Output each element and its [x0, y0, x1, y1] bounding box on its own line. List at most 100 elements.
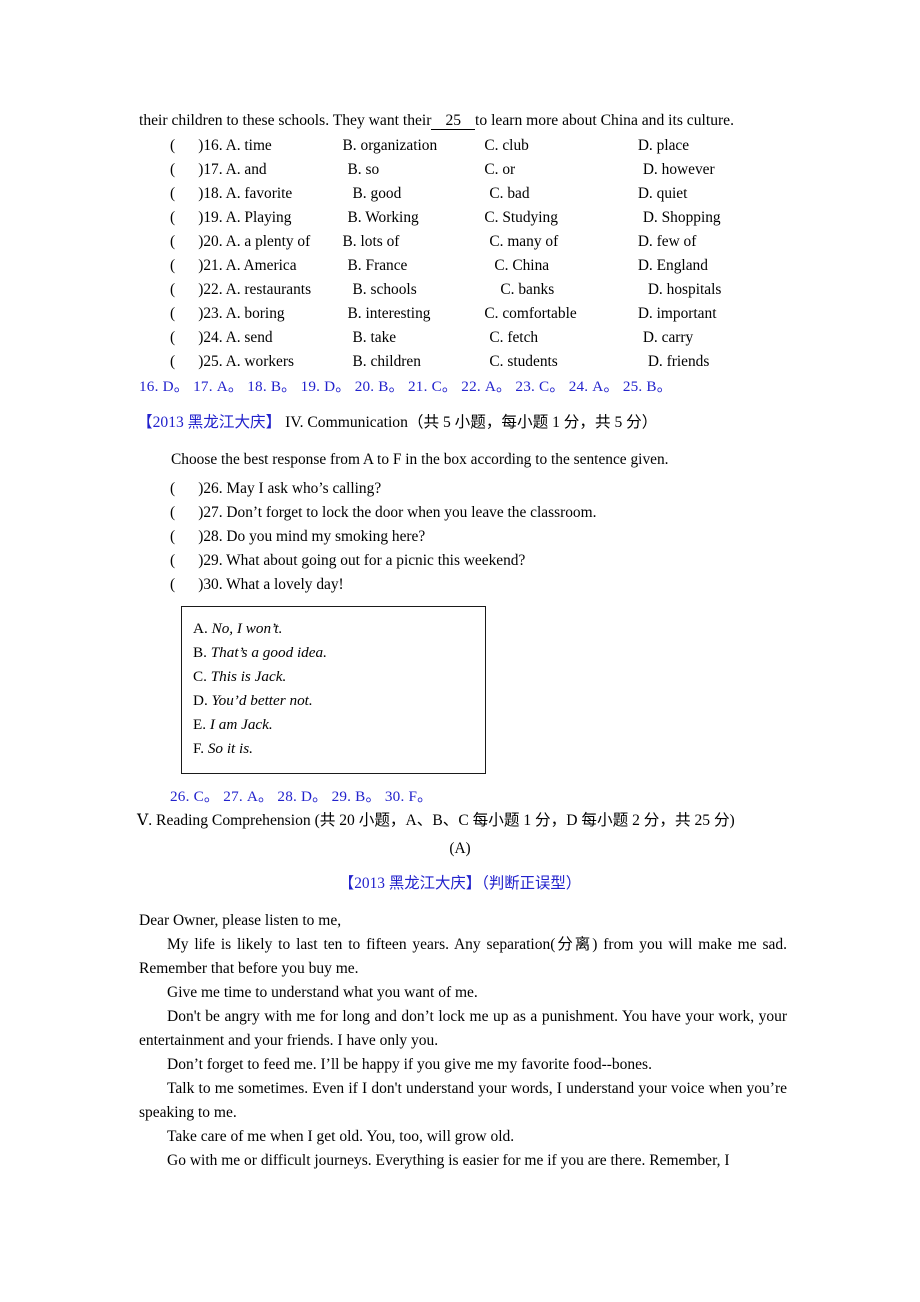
option-stem[interactable]: ( )24. A. send [170, 329, 343, 353]
option-d[interactable]: D. carry [638, 329, 790, 353]
response-options-box: A. No, I won’t. B. That’s a good idea. C… [181, 606, 486, 774]
communication-answer-key: 26. C。 27. A。 28. D。 29. B。 30. F。 [170, 788, 433, 805]
option-stem[interactable]: ( )21. A. America [170, 257, 343, 281]
answer-bracket[interactable]: ( ) [170, 257, 203, 274]
option-a-text[interactable]: A. Playing [226, 209, 292, 226]
passage-paragraph: Dear Owner, please listen to me, [139, 912, 342, 929]
option-a-text[interactable]: A. favorite [226, 185, 293, 202]
option-stem[interactable]: ( )19. A. Playing [170, 209, 343, 233]
answer-bracket[interactable]: ( ) [170, 233, 203, 250]
passage-paragraph: My life is likely to last ten to fifteen… [139, 936, 787, 977]
option-stem[interactable]: ( )16. A. time [170, 137, 343, 161]
answer-bracket[interactable]: ( ) [170, 137, 203, 154]
list-item[interactable]: A. No, I won’t. [193, 617, 327, 641]
option-stem[interactable]: ( )18. A. favorite [170, 185, 343, 209]
option-d[interactable]: D. England [638, 257, 790, 281]
option-c[interactable]: C. comfortable [484, 305, 637, 329]
option-b[interactable]: B. so [343, 161, 485, 185]
option-b[interactable]: B. interesting [343, 305, 485, 329]
option-c[interactable]: C. China [484, 257, 637, 281]
option-a: 18. [203, 185, 223, 202]
option-c[interactable]: C. students [484, 353, 637, 377]
option-b[interactable]: B. France [343, 257, 485, 281]
option-b[interactable]: B. good [343, 185, 485, 209]
option-a: 17. [203, 161, 223, 178]
response-letter: A. [193, 620, 208, 637]
option-c[interactable]: C. fetch [484, 329, 637, 353]
option-d[interactable]: D. important [638, 305, 790, 329]
option-stem[interactable]: ( )23. A. boring [170, 305, 343, 329]
option-a-text[interactable]: A. a plenty of [226, 233, 311, 250]
option-a-text[interactable]: A. boring [226, 305, 285, 322]
list-item[interactable]: B. That’s a good idea. [193, 641, 327, 665]
list-item[interactable]: ( )28. Do you mind my smoking here? [170, 525, 596, 549]
option-c[interactable]: C. many of [484, 233, 637, 257]
option-c[interactable]: C. bad [484, 185, 637, 209]
answer-bracket[interactable]: ( ) [170, 480, 203, 497]
answer-bracket[interactable]: ( ) [170, 504, 203, 521]
option-a-text[interactable]: A. restaurants [226, 281, 311, 298]
option-b[interactable]: B. schools [343, 281, 485, 305]
document-page: their children to these schools. They wa… [0, 0, 920, 1302]
option-b[interactable]: B. lots of [343, 233, 485, 257]
option-d[interactable]: D. hospitals [638, 281, 790, 305]
question-text: 27. Don’t forget to lock the door when y… [203, 504, 597, 521]
option-d[interactable]: D. quiet [638, 185, 790, 209]
option-a-text[interactable]: A. and [226, 161, 267, 178]
table-row: ( )16. A. time B. organization C. club D… [170, 137, 790, 161]
table-row: ( )22. A. restaurants B. schools C. bank… [170, 281, 790, 305]
answer-bracket[interactable]: ( ) [170, 552, 203, 569]
option-d[interactable]: D. few of [638, 233, 790, 257]
option-d[interactable]: D. place [638, 137, 790, 161]
answer-bracket[interactable]: ( ) [170, 185, 203, 202]
option-a-text[interactable]: A. America [226, 257, 297, 274]
list-item[interactable]: C. This is Jack. [193, 665, 327, 689]
option-d[interactable]: D. however [638, 161, 790, 185]
answer-bracket[interactable]: ( ) [170, 305, 203, 322]
cloze-options-table: ( )16. A. time B. organization C. club D… [170, 137, 790, 377]
option-stem[interactable]: ( )25. A. workers [170, 353, 343, 377]
answer-bracket[interactable]: ( ) [170, 576, 203, 593]
table-row: ( )19. A. Playing B. Working C. Studying… [170, 209, 790, 233]
option-d[interactable]: D. friends [638, 353, 790, 377]
response-text: This is Jack. [210, 668, 287, 685]
answer-bracket[interactable]: ( ) [170, 528, 203, 545]
list-item[interactable]: ( )30. What a lovely day! [170, 573, 596, 597]
option-d[interactable]: D. Shopping [638, 209, 790, 233]
list-item[interactable]: E. I am Jack. [193, 713, 327, 737]
cloze-intro-after: to learn more about China and its cultur… [475, 112, 735, 129]
list-item[interactable]: ( )27. Don’t forget to lock the door whe… [170, 501, 596, 525]
answer-bracket[interactable]: ( ) [170, 329, 203, 346]
source-tag: 【2013 黑龙江大庆】 [137, 414, 282, 431]
option-stem[interactable]: ( )20. A. a plenty of [170, 233, 343, 257]
list-item[interactable]: ( )26. May I ask who’s calling? [170, 477, 596, 501]
option-a-text[interactable]: A. send [226, 329, 273, 346]
option-c[interactable]: C. banks [484, 281, 637, 305]
option-stem[interactable]: ( )17. A. and [170, 161, 343, 185]
list-item[interactable]: ( )29. What about going out for a picnic… [170, 549, 596, 573]
reading-passage: Dear Owner, please listen to me, My life… [139, 909, 787, 1173]
table-row: ( )20. A. a plenty of B. lots of C. many… [170, 233, 790, 257]
passage-paragraph: Take care of me when I get old. You, too… [167, 1128, 515, 1145]
option-b[interactable]: B. take [343, 329, 485, 353]
answer-bracket[interactable]: ( ) [170, 161, 203, 178]
answer-bracket[interactable]: ( ) [170, 281, 203, 298]
list-item[interactable]: F. So it is. [193, 737, 327, 761]
question-text: 30. What a lovely day! [203, 576, 344, 593]
table-row: ( )18. A. favorite B. good C. bad D. qui… [170, 185, 790, 209]
option-stem[interactable]: ( )22. A. restaurants [170, 281, 343, 305]
option-a-text[interactable]: A. time [226, 137, 272, 154]
option-c[interactable]: C. club [484, 137, 637, 161]
option-b[interactable]: B. organization [343, 137, 485, 161]
option-a-text[interactable]: A. workers [226, 353, 294, 370]
option-c[interactable]: C. Studying [484, 209, 637, 233]
answer-bracket[interactable]: ( ) [170, 209, 203, 226]
answer-bracket[interactable]: ( ) [170, 353, 203, 370]
option-b[interactable]: B. children [343, 353, 485, 377]
list-item[interactable]: D. You’d better not. [193, 689, 327, 713]
option-c[interactable]: C. or [484, 161, 637, 185]
table-row: ( )17. A. and B. so C. or D. however [170, 161, 790, 185]
response-text: I am Jack. [209, 716, 273, 733]
option-b[interactable]: B. Working [343, 209, 485, 233]
question-text: 28. Do you mind my smoking here? [203, 528, 426, 545]
